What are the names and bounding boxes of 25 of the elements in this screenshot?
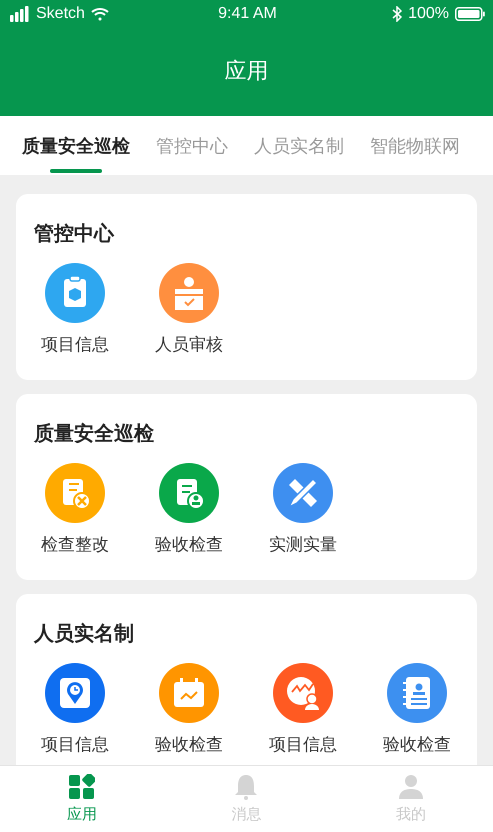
signal-icon [10,6,30,22]
section-title: 管控中心 [33,220,116,247]
app-label[interactable]: 实测实量 [269,533,337,556]
carrier-name: Sketch [36,5,85,23]
section-title: 人员实名制 [32,620,135,647]
page-title: 应用 [224,58,270,86]
app-label[interactable]: 人员审核 [155,333,223,356]
grid-icon [69,774,96,800]
person-icon [398,774,424,800]
status-time: 9:41 AM [218,5,277,23]
nav-tab[interactable]: 应用 [0,766,164,832]
app-label[interactable]: 验收检查 [155,533,223,556]
category-tab[interactable]: 质量安全巡检 [22,116,130,175]
bell-icon [233,774,260,800]
app-label[interactable]: 验收检查 [155,733,223,756]
app-label[interactable]: 检查整改 [41,533,109,556]
bluetooth-icon [392,6,402,22]
battery-percent: 100% [408,5,450,23]
app-label[interactable]: 项目信息 [41,333,109,356]
app-label[interactable]: 项目信息 [269,733,337,756]
app-label[interactable]: 验收检查 [383,733,451,756]
battery-icon [455,7,486,21]
app-label[interactable]: 项目信息 [41,733,109,756]
wifi-icon [90,7,109,21]
section-title: 质量安全巡检 [32,420,155,447]
